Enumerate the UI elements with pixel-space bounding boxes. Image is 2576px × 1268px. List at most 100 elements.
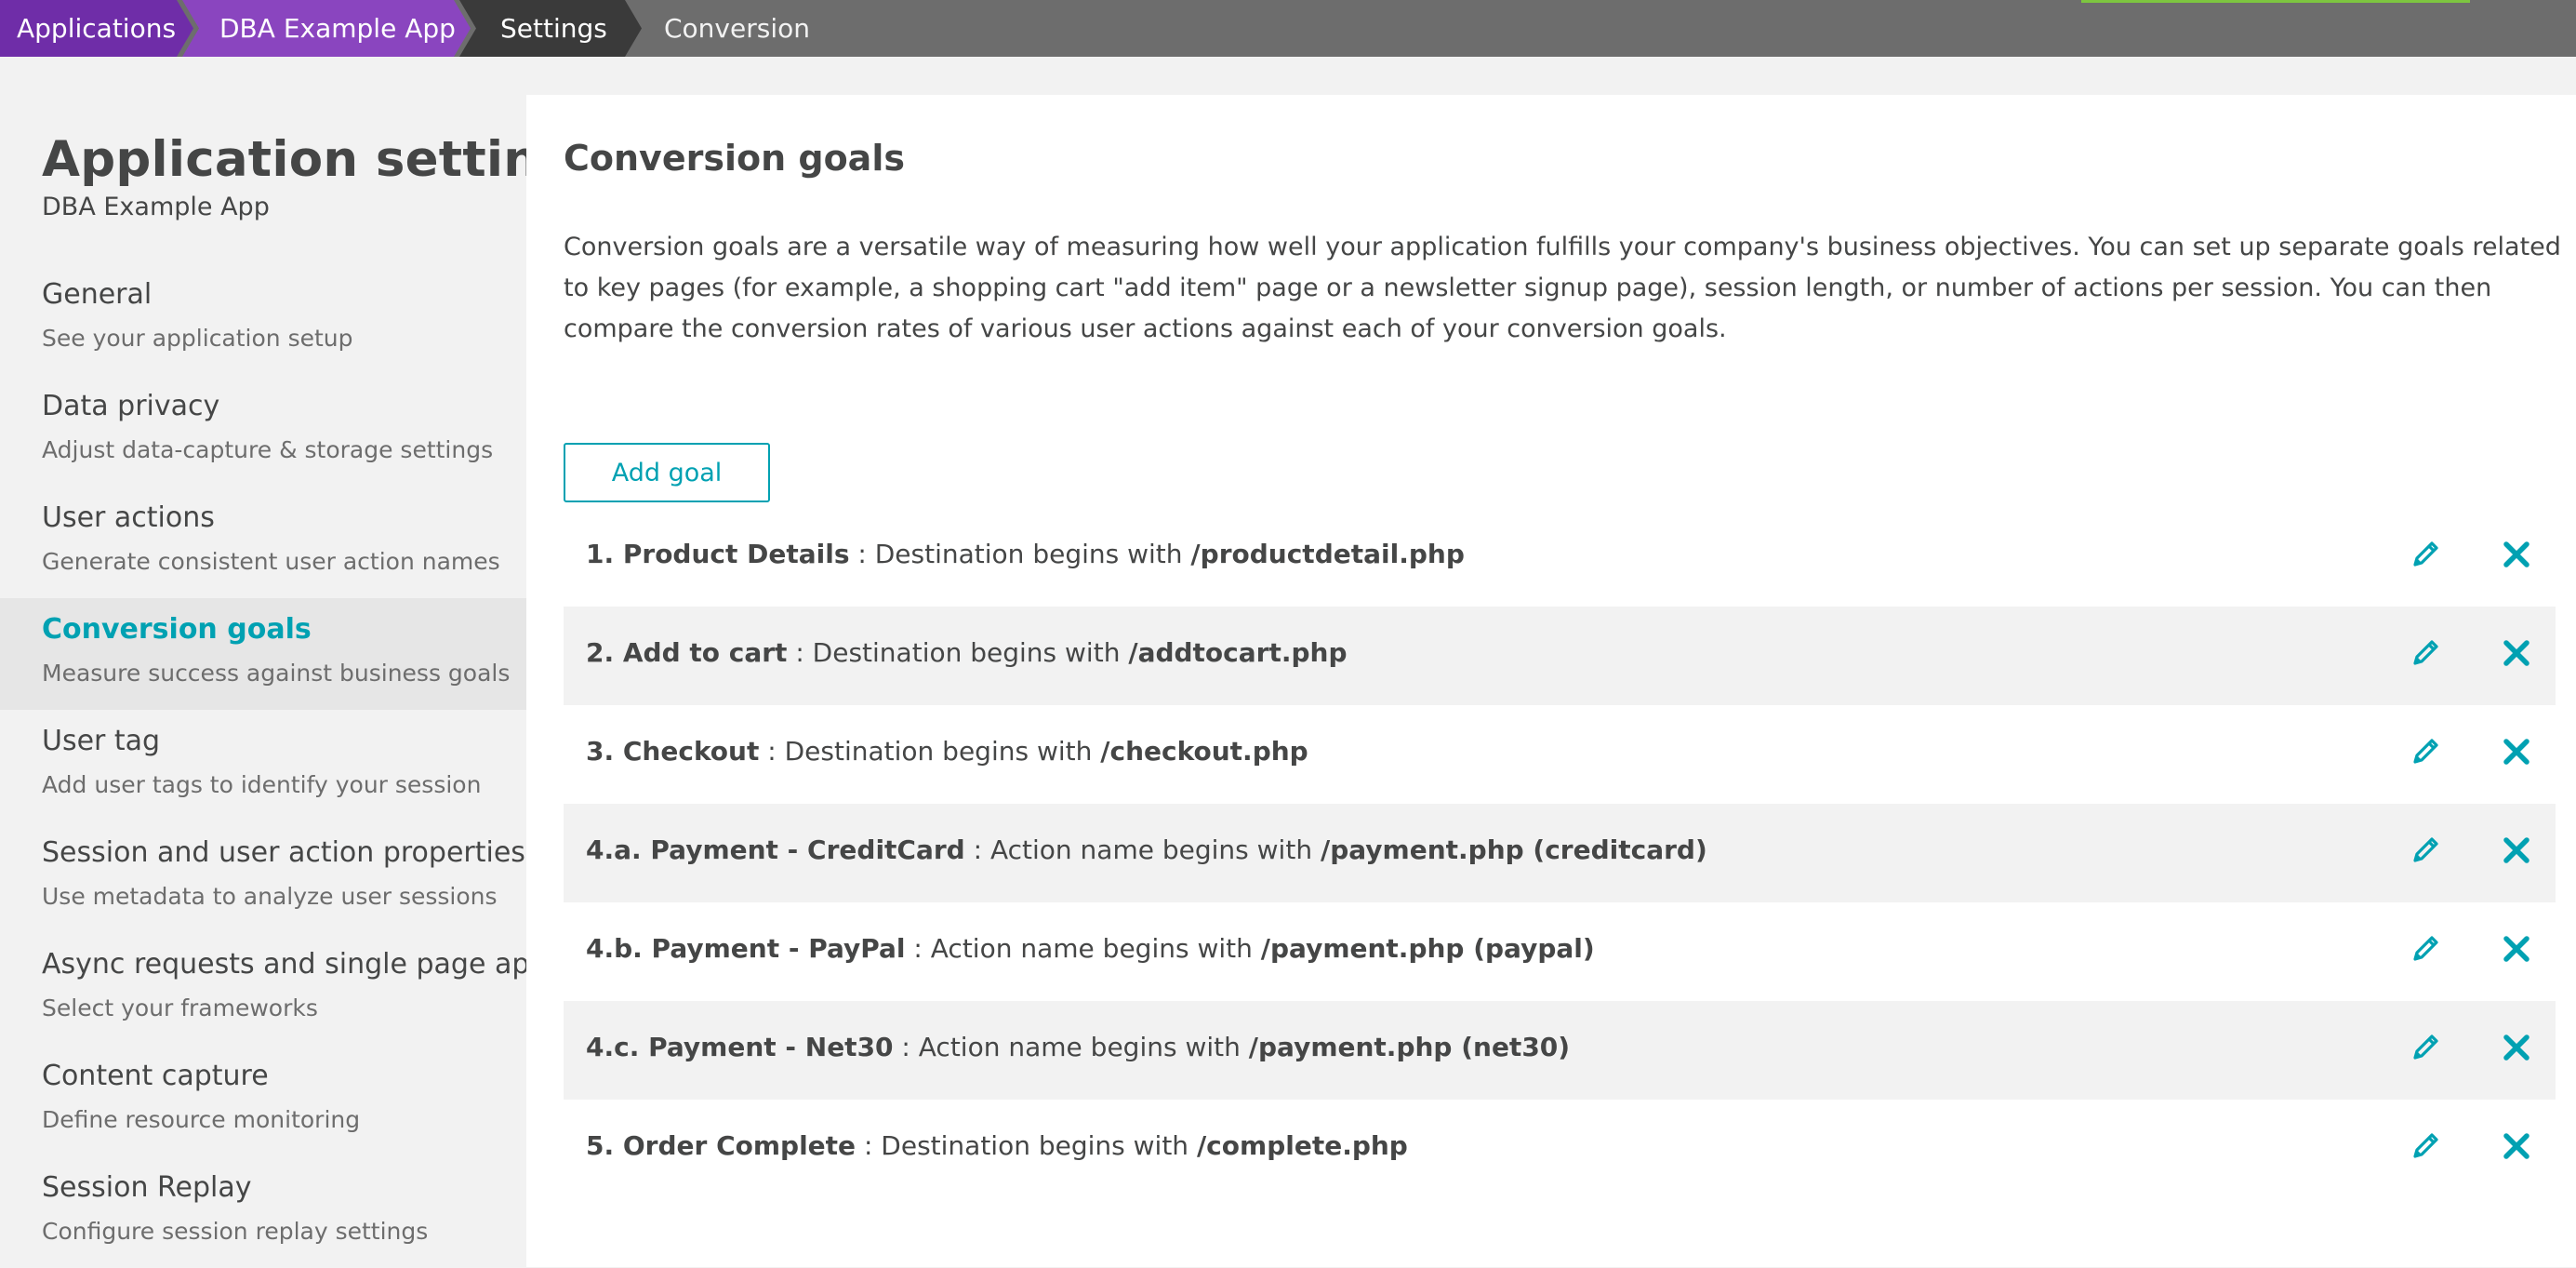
delete-goal-button[interactable] (2498, 930, 2535, 968)
close-icon (2503, 837, 2530, 863)
sidebar-item-description: Configure session replay settings (42, 1218, 429, 1245)
edit-goal-button[interactable] (2407, 832, 2444, 869)
loading-progress-bar (2081, 0, 2470, 3)
delete-goal-button[interactable] (2498, 1029, 2535, 1066)
pencil-icon (2413, 1034, 2438, 1060)
goal-name: 4.c. Payment - Net30 (586, 1032, 894, 1062)
sidebar-item-label: Session Replay (42, 1171, 252, 1204)
edit-goal-button[interactable] (2407, 634, 2444, 672)
goal-rule: : Action name begins with (905, 933, 1261, 964)
sidebar-item-session-properties[interactable]: Session and user action properties Use m… (0, 821, 526, 933)
goal-text: 4.b. Payment - PayPal : Action name begi… (586, 902, 1595, 995)
section-description: Conversion goals are a versatile way of … (564, 233, 2561, 343)
goal-name: 3. Checkout (586, 736, 760, 767)
sidebar-item-label: General (42, 278, 153, 311)
main-panel: Conversion goals Conversion goals are a … (526, 95, 2576, 1267)
sidebar-item-user-tag[interactable]: User tag Add user tags to identify your … (0, 710, 526, 821)
edit-goal-button[interactable] (2407, 1029, 2444, 1066)
sidebar-item-description: Define resource monitoring (42, 1106, 361, 1133)
goal-rule: : Destination begins with (759, 736, 1101, 767)
goal-row: 4.a. Payment - CreditCard : Action name … (564, 804, 2556, 902)
sidebar-item-label: Data privacy (42, 390, 220, 422)
sidebar-item-label: Session and user action properties (42, 836, 525, 869)
goal-row: 5. Order Complete : Destination begins w… (564, 1100, 2556, 1198)
breadcrumb-settings[interactable]: Settings (459, 0, 642, 57)
goal-row: 2. Add to cart : Destination begins with… (564, 607, 2556, 705)
goal-rule: : Destination begins with (849, 539, 1191, 569)
goal-text: 4.a. Payment - CreditCard : Action name … (586, 804, 1707, 897)
breadcrumb-app[interactable]: DBA Example App (182, 0, 471, 57)
goal-name: 4.b. Payment - PayPal (586, 933, 906, 964)
goal-target: /payment.php (creditcard) (1320, 834, 1707, 865)
edit-goal-button[interactable] (2407, 733, 2444, 770)
sidebar-item-label: Async requests and single page apps (42, 948, 563, 981)
delete-goal-button[interactable] (2498, 634, 2535, 672)
sidebar-item-user-actions[interactable]: User actions Generate consistent user ac… (0, 487, 526, 598)
page-title: Application settings (42, 131, 604, 188)
pencil-icon (2413, 739, 2438, 764)
pencil-icon (2413, 837, 2438, 862)
goal-text: 1. Product Details : Destination begins … (586, 508, 1465, 601)
delete-goal-button[interactable] (2498, 733, 2535, 770)
close-icon (2503, 739, 2530, 765)
sidebar-item-description: Generate consistent user action names (42, 548, 500, 575)
goal-name: 1. Product Details (586, 539, 850, 569)
close-icon (2503, 1034, 2530, 1061)
sidebar-item-description: Add user tags to identify your session (42, 771, 482, 798)
close-icon (2503, 1133, 2530, 1159)
sidebar-item-label: User actions (42, 501, 215, 534)
add-goal-button[interactable]: Add goal (564, 443, 770, 502)
goal-list: 1. Product Details : Destination begins … (564, 508, 2556, 1198)
goal-target: /productdetail.php (1190, 539, 1465, 569)
goal-name: 4.a. Payment - CreditCard (586, 834, 965, 865)
goal-rule: : Action name begins with (893, 1032, 1249, 1062)
goal-text: 3. Checkout : Destination begins with /c… (586, 705, 1308, 798)
edit-goal-button[interactable] (2407, 536, 2444, 573)
top-navigation-bar: Applications DBA Example App Settings Co… (0, 0, 2576, 57)
goal-target: /checkout.php (1100, 736, 1308, 767)
goal-rule: : Action name begins with (964, 834, 1321, 865)
sidebar-item-description: Use metadata to analyze user sessions (42, 883, 498, 910)
goal-target: /complete.php (1196, 1130, 1408, 1161)
pencil-icon (2413, 936, 2438, 961)
sidebar-item-general[interactable]: General See your application setup (0, 263, 526, 375)
breadcrumb-current-page: Conversion (664, 13, 810, 44)
sidebar-item-description: Adjust data-capture & storage settings (42, 436, 494, 463)
close-icon (2503, 936, 2530, 962)
close-icon (2503, 640, 2530, 666)
pencil-icon (2413, 541, 2438, 567)
sidebar-item-label: Content capture (42, 1060, 269, 1092)
sidebar-item-async-requests[interactable]: Async requests and single page apps Sele… (0, 933, 562, 1045)
delete-goal-button[interactable] (2498, 1128, 2535, 1165)
pencil-icon (2413, 1133, 2438, 1158)
delete-goal-button[interactable] (2498, 832, 2535, 869)
sidebar-item-description: See your application setup (42, 325, 353, 352)
sidebar-item-data-privacy[interactable]: Data privacy Adjust data-capture & stora… (0, 375, 526, 487)
sidebar-item-label: User tag (42, 725, 161, 757)
sidebar-item-label: Conversion goals (42, 613, 312, 646)
goal-target: /addtocart.php (1128, 637, 1348, 668)
goal-row: 3. Checkout : Destination begins with /c… (564, 705, 2556, 804)
goal-row: 4.c. Payment - Net30 : Action name begin… (564, 1001, 2556, 1100)
goal-rule: : Destination begins with (787, 637, 1129, 668)
goal-text: 2. Add to cart : Destination begins with… (586, 607, 1348, 700)
goal-name: 2. Add to cart (586, 637, 788, 668)
sidebar-item-session-replay[interactable]: Session Replay Configure session replay … (0, 1156, 526, 1268)
sidebar-item-conversion-goals[interactable]: Conversion goals Measure success against… (0, 598, 526, 710)
goal-rule: : Destination begins with (856, 1130, 1197, 1161)
pencil-icon (2413, 640, 2438, 665)
breadcrumb-applications[interactable]: Applications (0, 0, 193, 57)
goal-row: 4.b. Payment - PayPal : Action name begi… (564, 902, 2556, 1001)
settings-sidebar: Application settings DBA Example App Gen… (0, 57, 604, 1268)
application-name: DBA Example App (42, 193, 270, 221)
goal-row: 1. Product Details : Destination begins … (564, 508, 2556, 607)
edit-goal-button[interactable] (2407, 930, 2444, 968)
section-title: Conversion goals (564, 138, 905, 179)
sidebar-item-description: Measure success against business goals (42, 660, 511, 687)
sidebar-item-description: Select your frameworks (42, 994, 318, 1021)
sidebar-item-content-capture[interactable]: Content capture Define resource monitori… (0, 1045, 526, 1156)
edit-goal-button[interactable] (2407, 1128, 2444, 1165)
goal-name: 5. Order Complete (586, 1130, 856, 1161)
close-icon (2503, 541, 2530, 567)
delete-goal-button[interactable] (2498, 536, 2535, 573)
